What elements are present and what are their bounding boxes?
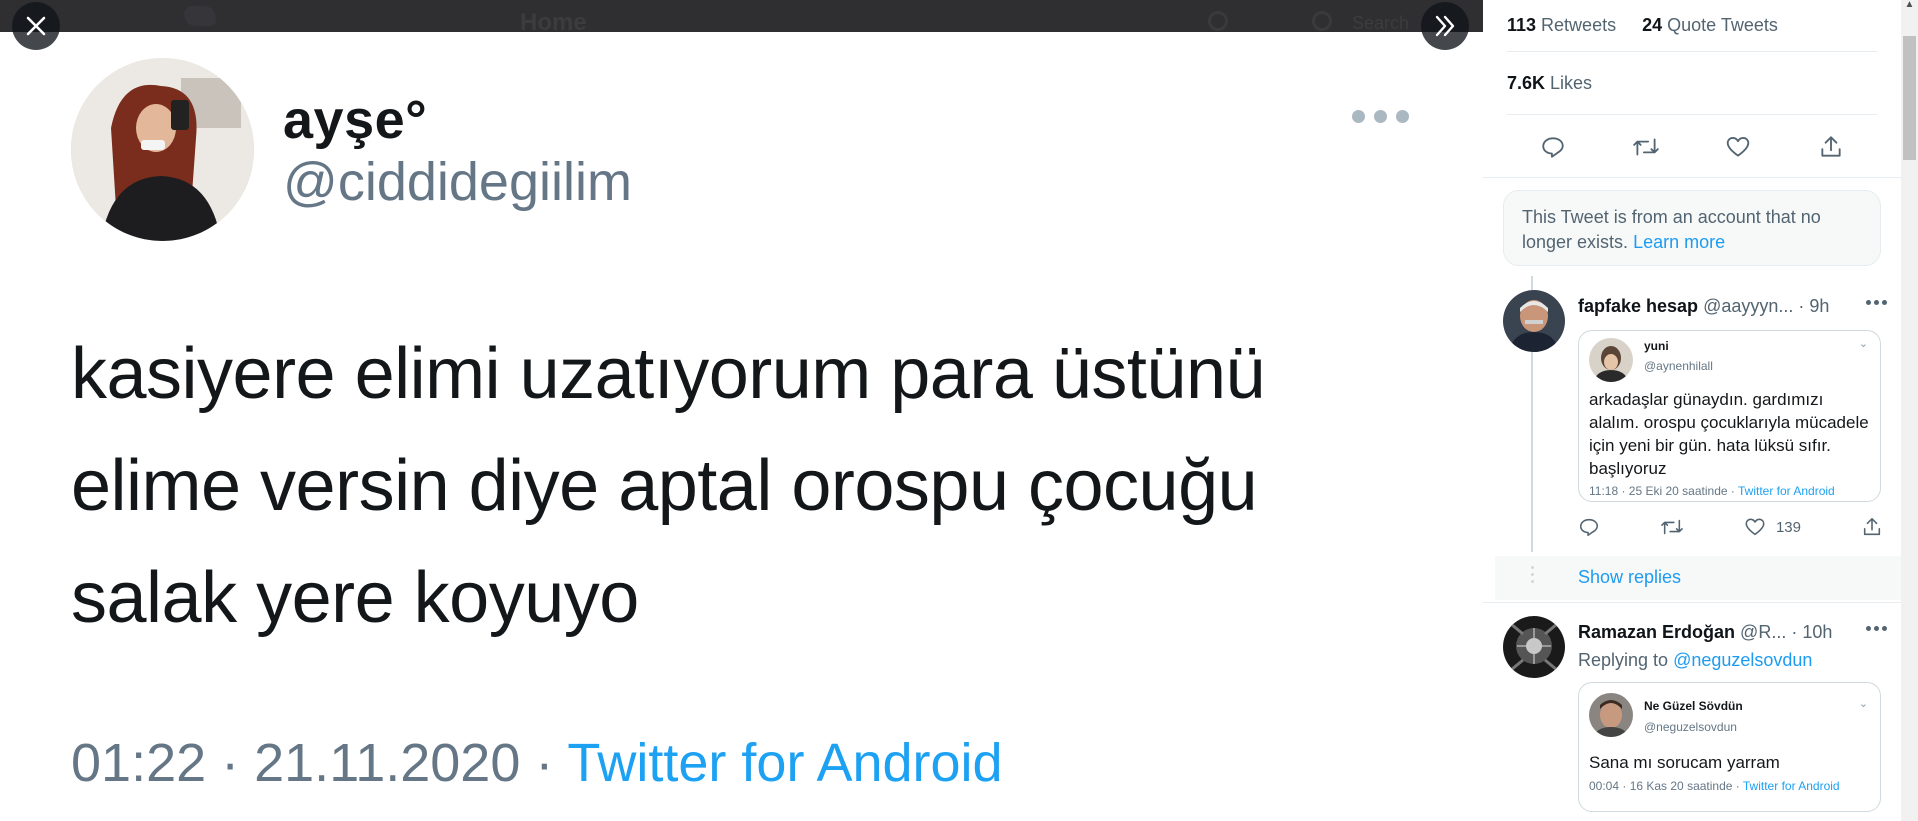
embed-meta: 00:04 · 16 Kas 20 saatinde · Twitter for… — [1589, 779, 1840, 793]
more-icon[interactable] — [1866, 300, 1887, 305]
reply-header: Ramazan Erdoğan @R... · 10h — [1578, 622, 1832, 643]
retweet-icon — [1661, 519, 1683, 535]
learn-more-link[interactable]: Learn more — [1633, 232, 1725, 252]
deleted-account-notice: This Tweet is from an account that no lo… — [1503, 190, 1881, 266]
thread-panel: 113 Retweets 24 Quote Tweets 7.6K Likes Thi… — [1483, 0, 1901, 821]
tweet-line: salak yere koyuyo — [71, 558, 639, 638]
close-icon — [26, 16, 46, 36]
show-replies-button[interactable]: Show replies — [1495, 556, 1901, 600]
retweet-button[interactable] — [1626, 127, 1666, 167]
retweets-label: Retweets — [1541, 15, 1617, 35]
likes-label: Likes — [1550, 72, 1593, 93]
avatar — [1589, 338, 1633, 382]
embed-author-name: yuni — [1644, 339, 1669, 353]
show-replies-label: Show replies — [1578, 567, 1682, 587]
likes-stat[interactable]: 7.6K Likes — [1507, 73, 1592, 94]
reply-button[interactable] — [1533, 127, 1573, 167]
like-count: 139 — [1775, 518, 1801, 536]
search-icon — [1312, 11, 1332, 31]
embedded-screenshot: yuni @aynenhilall ⌄ arkadaşlar günaydın.… — [1578, 330, 1881, 502]
reply-handle-time: @aayyyn... · 9h — [1698, 296, 1830, 316]
embed-source: Twitter for Android — [1738, 484, 1835, 498]
reply-icon — [1542, 137, 1564, 158]
divider — [1483, 602, 1901, 603]
share-icon — [1863, 517, 1881, 536]
reply-button[interactable] — [1578, 516, 1600, 538]
chevron-down-icon: ⌄ — [1858, 338, 1868, 350]
retweet-icon — [1632, 138, 1659, 156]
like-icon — [1745, 518, 1765, 536]
embed-meta: 11:18 · 25 Eki 20 saatinde · Twitter for… — [1589, 484, 1835, 498]
expand-panel-icon — [1435, 15, 1455, 37]
reply-author-name[interactable]: Ramazan Erdoğan — [1578, 622, 1735, 642]
like-button[interactable]: 139 — [1744, 516, 1801, 538]
embed-timestamp: 11:18 · 25 Eki 20 saatinde · — [1589, 484, 1738, 498]
embed-author-name: Ne Güzel Sövdün — [1644, 699, 1743, 713]
close-button[interactable] — [12, 2, 60, 50]
retweet-stats-row: 113 Retweets 24 Quote Tweets — [1507, 0, 1877, 52]
share-button[interactable] — [1811, 127, 1851, 167]
tweet-line: elime versin diye aptal orospu çocuğu — [71, 446, 1258, 526]
quotes-label: Quote Tweets — [1667, 15, 1778, 35]
more-icon[interactable] — [1352, 110, 1409, 123]
likes-stats-row: 7.6K Likes — [1507, 52, 1877, 115]
tweet-text: kasiyere elimi uzatıyorum para üstünü el… — [71, 318, 1371, 654]
divider — [1483, 177, 1901, 178]
like-icon — [1727, 136, 1750, 157]
reply-actions: 139 — [1578, 512, 1883, 542]
avatar[interactable] — [1503, 290, 1565, 352]
tweet-line: kasiyere elimi uzatıyorum para üstünü — [71, 334, 1266, 414]
author-name: ayşe° — [283, 90, 428, 150]
reply-tweet[interactable]: fapfake hesap @aayyyn... · 9h yuni @ayne… — [1503, 290, 1901, 550]
embed-timestamp: 00:04 · 16 Kas 20 saatinde · — [1589, 779, 1743, 793]
topbar-search-placeholder: Search — [1352, 13, 1410, 33]
expand-panel-button[interactable] — [1421, 2, 1469, 50]
tweet-media-page: Home Search ayşe° @ciddidegiilim kasiyer… — [0, 0, 1918, 821]
likes-count: 7.6K — [1507, 72, 1546, 93]
embed-tweet-text: arkadaşlar günaydın. gardımızı alalım. o… — [1589, 390, 1869, 478]
background-topbar: Home Search — [0, 0, 1483, 36]
replying-to-handle[interactable]: @neguzelsovdun — [1673, 650, 1812, 670]
embed-author-handle: @aynenhilall — [1644, 359, 1713, 373]
quote-tweets-stat[interactable]: 24 Quote Tweets — [1642, 15, 1778, 36]
author-avatar — [71, 58, 254, 241]
retweets-stat[interactable]: 113 Retweets — [1507, 15, 1616, 36]
tweet-actions — [1507, 116, 1877, 178]
avatar — [1589, 693, 1633, 737]
more-vertical-icon — [1531, 566, 1534, 583]
scrollbar-thumb[interactable] — [1903, 36, 1916, 160]
avatar[interactable] — [1503, 616, 1565, 678]
topbar-title: Home — [520, 9, 587, 36]
reply-author-name[interactable]: fapfake hesap — [1578, 296, 1698, 316]
retweets-count: 113 — [1507, 15, 1537, 35]
tweet-timestamp: 01:22 · 21.11.2020 · — [71, 733, 568, 793]
author-handle: @ciddidegiilim — [283, 152, 632, 212]
replying-to: Replying to @neguzelsovdun — [1578, 650, 1812, 671]
tweet-source-link[interactable]: Twitter for Android — [567, 733, 1002, 793]
sparkle-icon — [1208, 11, 1228, 31]
share-button[interactable] — [1861, 516, 1883, 538]
reply-header: fapfake hesap @aayyyn... · 9h — [1578, 296, 1829, 317]
more-icon[interactable] — [1866, 626, 1887, 631]
embed-source: Twitter for Android — [1742, 779, 1840, 793]
retweet-button[interactable] — [1660, 516, 1684, 538]
chevron-down-icon: ⌄ — [1858, 698, 1868, 710]
reply-handle-time: @R... · 10h — [1735, 622, 1833, 642]
embed-tweet-text: Sana mı sorucam yarram — [1589, 753, 1780, 772]
embed-author-handle: @neguzelsovdun — [1644, 720, 1737, 734]
replying-to-prefix: Replying to — [1578, 650, 1674, 670]
reply-icon — [1579, 518, 1599, 537]
like-button[interactable] — [1718, 127, 1758, 167]
reply-tweet[interactable]: Ramazan Erdoğan @R... · 10h Replying to … — [1503, 616, 1901, 821]
embedded-screenshot: Ne Güzel Sövdün @neguzelsovdun ⌄ Sana mı… — [1578, 682, 1881, 812]
media-viewer: Home Search ayşe° @ciddidegiilim kasiyer… — [0, 0, 1483, 821]
share-icon — [1821, 136, 1841, 157]
tweet-meta: 01:22 · 21.11.2020 · Twitter for Android — [71, 732, 1003, 794]
quotes-count: 24 — [1642, 15, 1663, 35]
twitter-bird-icon — [184, 6, 216, 26]
scroll-up-icon[interactable]: ▲ — [1903, 0, 1916, 10]
